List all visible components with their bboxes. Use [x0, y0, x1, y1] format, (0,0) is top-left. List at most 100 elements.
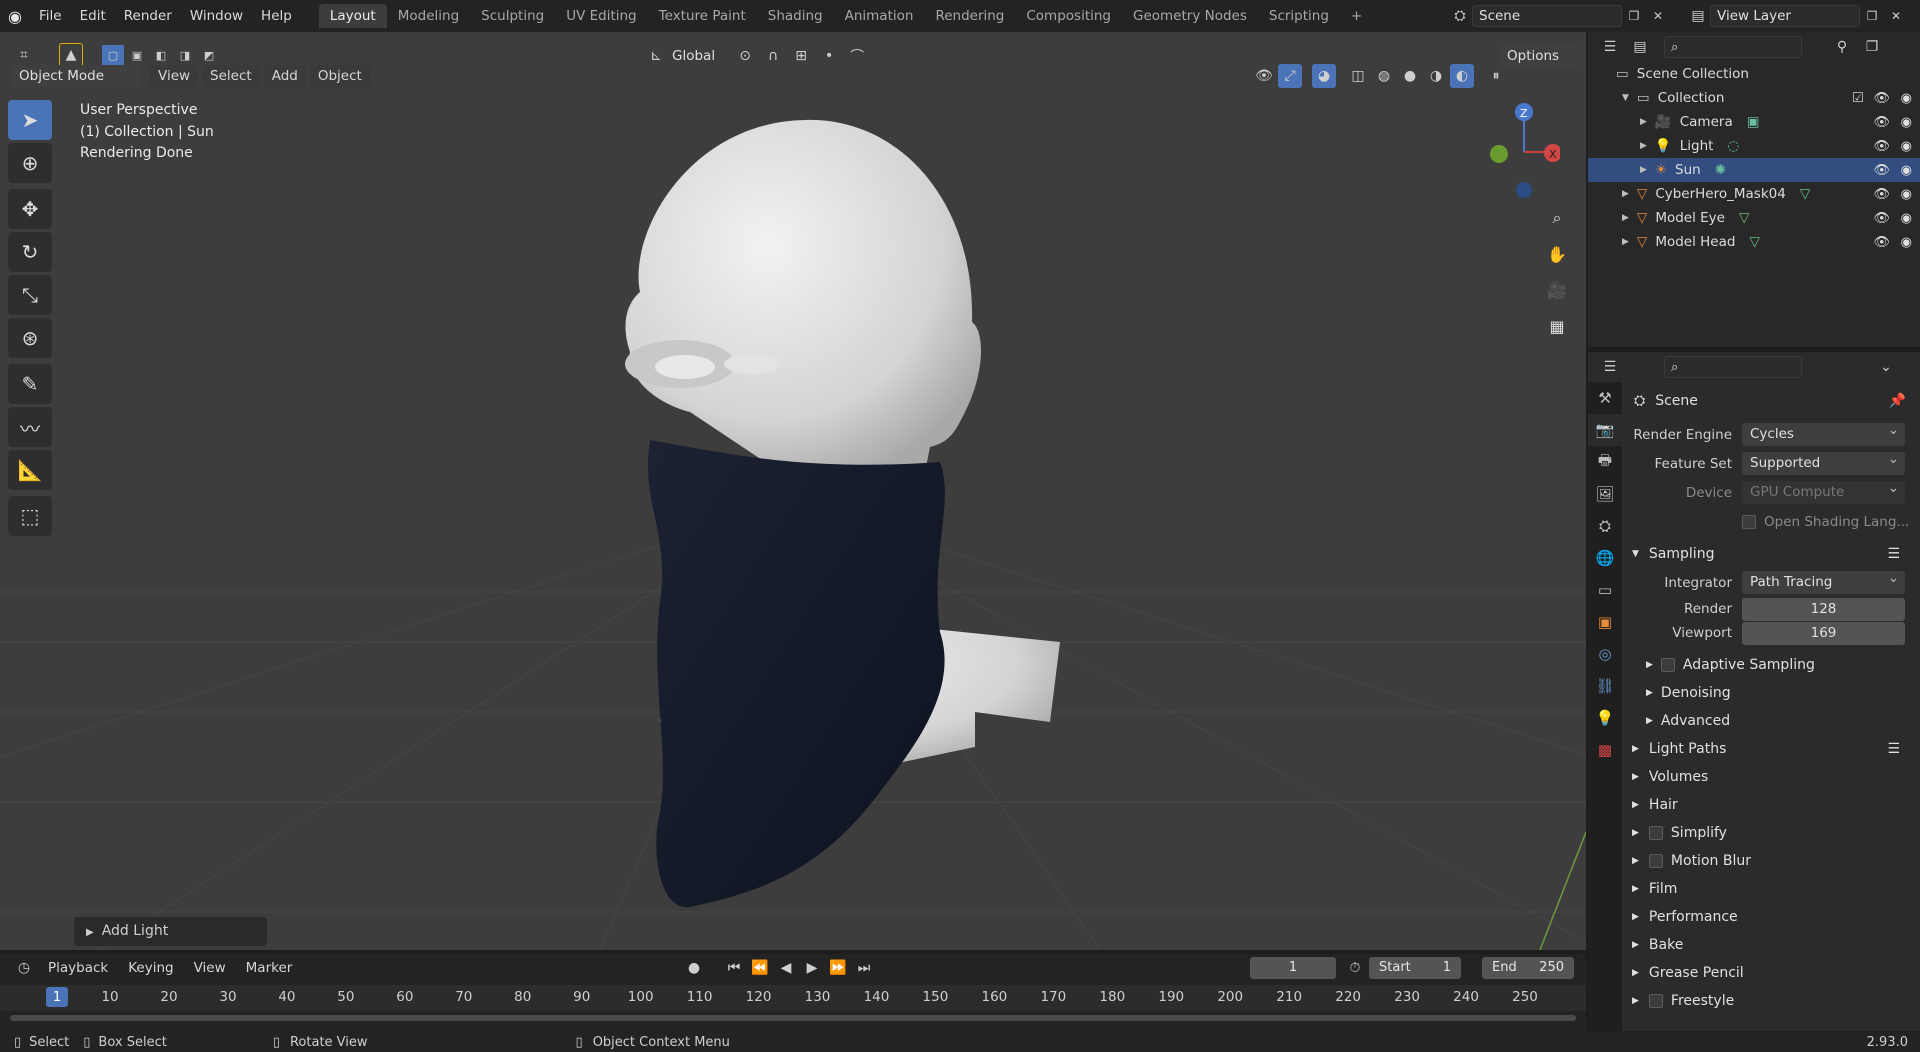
collection-visibility-icon[interactable]: 👁 — [1873, 91, 1890, 106]
outliner-row[interactable]: ▶ ▽ CyberHero_Mask04 ▽ 👁 ◉ — [1588, 182, 1920, 206]
xray-icon[interactable]: ◫ — [1346, 64, 1370, 88]
menu-help[interactable]: Help — [252, 1, 301, 31]
properties-options-icon[interactable]: ⌄ — [1874, 355, 1898, 379]
outliner-search-input[interactable]: ⌕ — [1664, 36, 1802, 58]
view-layer-field[interactable]: View Layer — [1710, 5, 1860, 27]
scale-tool-icon[interactable]: ⤡ — [8, 275, 52, 315]
rendered-shading-icon[interactable]: ◐ — [1450, 64, 1474, 88]
properties-search-input[interactable]: ⌕ — [1664, 356, 1802, 378]
pan-hand-icon[interactable]: ✋ — [1543, 240, 1571, 268]
mode-dropdown[interactable]: Object Mode — [12, 65, 140, 87]
remove-view-layer-icon[interactable]: ✕ — [1884, 4, 1908, 28]
menu-playback[interactable]: Playback — [40, 957, 116, 979]
render-toggle-icon[interactable]: ◉ — [1901, 187, 1912, 202]
stopwatch-icon[interactable]: ⏱ — [1343, 956, 1367, 980]
transform-tool-icon[interactable]: ⊛ — [8, 318, 52, 358]
adaptive-sampling-subpanel[interactable]: ▶ Adaptive Sampling — [1624, 651, 1920, 679]
menu-file[interactable]: File — [30, 1, 71, 31]
object-data-icon[interactable]: ▽ — [1739, 210, 1749, 226]
tab-layout[interactable]: Layout — [318, 4, 387, 28]
expand-chevron-icon[interactable]: ▶ — [1640, 165, 1647, 175]
tab-geometry-nodes[interactable]: Geometry Nodes — [1122, 4, 1258, 28]
visibility-icon[interactable]: 👁 — [1252, 64, 1276, 88]
render-toggle-icon[interactable]: ◉ — [1901, 211, 1912, 226]
light-data-tab-icon[interactable]: 💡 — [1588, 702, 1622, 734]
device-dropdown[interactable]: GPU Compute — [1742, 477, 1905, 504]
blender-logo-icon[interactable]: ◉ — [0, 7, 30, 26]
tab-sculpting[interactable]: Sculpting — [470, 4, 555, 28]
menu-view[interactable]: View — [150, 65, 199, 87]
visibility-toggle-icon[interactable]: 👁 — [1873, 211, 1890, 226]
current-frame-field[interactable]: 1 — [1250, 957, 1336, 979]
visibility-toggle-icon[interactable]: 👁 — [1873, 163, 1890, 178]
panel-enable-checkbox[interactable] — [1648, 826, 1663, 840]
outliner-row[interactable]: ▶ ▽ Model Head ▽ 👁 ◉ — [1588, 230, 1920, 254]
viewport-samples-field[interactable]: 169 — [1742, 621, 1905, 645]
panel-bake[interactable]: ▶ Bake — [1624, 931, 1920, 959]
panel-enable-checkbox[interactable] — [1648, 994, 1663, 1008]
camera-view-icon[interactable]: 🎥 — [1543, 276, 1571, 304]
timeline-scrollbar[interactable] — [10, 1015, 1576, 1021]
panel-simplify[interactable]: ▶ Simplify — [1624, 819, 1920, 847]
object-data-icon[interactable]: ◌ — [1727, 138, 1739, 154]
visibility-toggle-icon[interactable]: 👁 — [1873, 187, 1890, 202]
visibility-toggle-icon[interactable]: 👁 — [1873, 139, 1890, 154]
outliner-row[interactable]: ▶ 💡 Light ◌ 👁 ◉ — [1588, 134, 1920, 158]
osl-checkbox[interactable] — [1742, 514, 1756, 529]
perspective-toggle-icon[interactable]: ▦ — [1543, 312, 1571, 340]
panel-motion-blur[interactable]: ▶ Motion Blur — [1624, 847, 1920, 875]
properties-editor-icon[interactable]: ☰ — [1598, 355, 1622, 379]
menu-object[interactable]: Object — [309, 65, 370, 87]
integrator-dropdown[interactable]: Path Tracing — [1742, 567, 1905, 594]
panel-freestyle[interactable]: ▶ Freestyle — [1624, 987, 1920, 1015]
render-samples-field[interactable]: 128 — [1742, 597, 1905, 621]
menu-timeline-view[interactable]: View — [186, 957, 234, 979]
play-reverse-icon[interactable]: ◀ — [774, 956, 798, 980]
panel-grease-pencil[interactable]: ▶ Grease Pencil — [1624, 959, 1920, 987]
object-data-icon[interactable]: ▣ — [1747, 114, 1760, 130]
scene-icon[interactable]: ⛭ — [1448, 4, 1472, 28]
exclude-checkbox[interactable]: ☑ — [1852, 90, 1864, 106]
annotate-line-tool-icon[interactable]: 〰 — [8, 407, 52, 447]
tab-animation[interactable]: Animation — [834, 4, 925, 28]
tab-compositing[interactable]: Compositing — [1015, 4, 1122, 28]
cursor-tool-icon[interactable]: ⊕ — [8, 143, 52, 183]
menu-keying[interactable]: Keying — [120, 957, 181, 979]
constraints-tab-icon[interactable]: ⛓ — [1588, 670, 1622, 702]
prev-keyframe-icon[interactable]: ⏪ — [748, 956, 772, 980]
panel-hair[interactable]: ▶ Hair — [1624, 791, 1920, 819]
collection-render-icon[interactable]: ◉ — [1901, 91, 1912, 106]
feature-set-dropdown[interactable]: Supported — [1742, 448, 1905, 475]
gizmo-icon[interactable]: ⤢ — [1278, 64, 1302, 88]
view-layer-tab-icon[interactable]: 🖼 — [1588, 478, 1622, 510]
visibility-toggle-icon[interactable]: 👁 — [1873, 115, 1890, 130]
solid-shading-icon[interactable]: ● — [1398, 64, 1422, 88]
wireframe-shading-icon[interactable]: ◍ — [1372, 64, 1396, 88]
expand-chevron-icon[interactable]: ▶ — [1622, 213, 1629, 223]
jump-start-icon[interactable]: ⏮ — [722, 956, 746, 980]
advanced-subpanel[interactable]: ▶ Advanced — [1624, 707, 1920, 735]
tool-tab-icon[interactable]: ⚒ — [1588, 382, 1622, 414]
tab-texture-paint[interactable]: Texture Paint — [648, 4, 757, 28]
render-tab-icon[interactable]: 📷 — [1588, 414, 1622, 446]
filter-icon[interactable]: ⚲ — [1830, 35, 1854, 59]
outliner-row[interactable]: ▶ ▽ Model Eye ▽ 👁 ◉ — [1588, 206, 1920, 230]
navigation-gizmo[interactable]: Z X — [1480, 100, 1562, 210]
collection-tab-icon[interactable]: ▭ — [1588, 574, 1622, 606]
visibility-toggle-icon[interactable]: 👁 — [1873, 235, 1890, 250]
object-data-icon[interactable]: ✺ — [1715, 162, 1726, 178]
menu-edit[interactable]: Edit — [71, 1, 115, 31]
scene-field[interactable]: Scene — [1472, 5, 1622, 27]
panel-enable-checkbox[interactable] — [1648, 854, 1663, 868]
panel-performance[interactable]: ▶ Performance — [1624, 903, 1920, 931]
start-frame-field[interactable]: Start 1 — [1369, 957, 1461, 979]
move-tool-icon[interactable]: ✥ — [8, 189, 52, 229]
denoising-subpanel[interactable]: ▶ Denoising — [1624, 679, 1920, 707]
zoom-icon[interactable]: ⌕ — [1543, 204, 1571, 232]
new-view-layer-icon[interactable]: ❐ — [1860, 4, 1884, 28]
physics-tab-icon[interactable]: ◎ — [1588, 638, 1622, 670]
scene-collection-row[interactable]: ▭ Scene Collection — [1588, 62, 1920, 86]
add-cube-tool-icon[interactable]: ⬚ — [8, 496, 52, 536]
record-icon[interactable]: ● — [682, 956, 706, 980]
expand-chevron-icon[interactable]: ▶ — [1622, 237, 1629, 247]
